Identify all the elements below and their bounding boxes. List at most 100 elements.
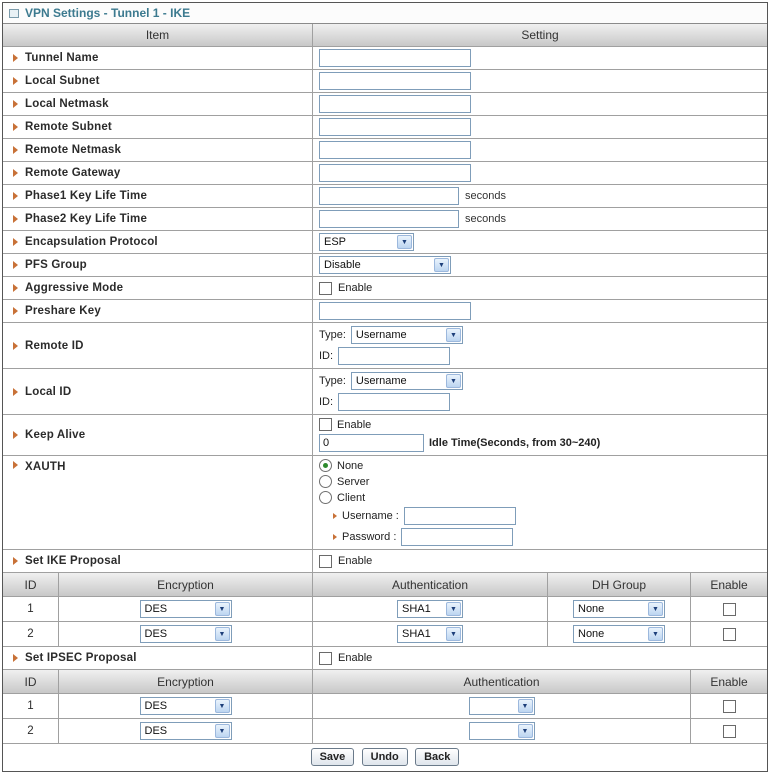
local-id-input[interactable]: [338, 393, 451, 411]
xauth-client-radio[interactable]: [319, 491, 332, 504]
ike-row2-encryption-select[interactable]: DES ▼: [139, 625, 232, 643]
aggressive-mode-label: Aggressive Mode: [25, 282, 124, 294]
ike-row1-dh-group-value: None: [578, 603, 605, 615]
bullet-arrow-icon: [13, 341, 18, 350]
row-preshare-key: Preshare Key: [3, 300, 767, 323]
ike-row1-encryption-select[interactable]: DES ▼: [139, 600, 232, 618]
remote-id-type-select[interactable]: Username ▼: [350, 326, 463, 344]
bullet-arrow-icon: [13, 557, 18, 565]
local-id-type-select[interactable]: Username ▼: [350, 372, 463, 390]
ike-row1-enable-checkbox[interactable]: [722, 602, 736, 616]
ike-proposal-header-row: ID Encryption Authentication DH Group En…: [3, 573, 767, 597]
encapsulation-protocol-select[interactable]: ESP ▼: [319, 233, 414, 251]
preshare-key-input[interactable]: [319, 302, 471, 320]
phase2-key-life-time-input[interactable]: [319, 210, 459, 228]
xauth-username-label: Username :: [342, 510, 399, 522]
xauth-username-input[interactable]: [403, 507, 516, 525]
xauth-server-radio[interactable]: [319, 475, 332, 488]
row-keep-alive: Keep Alive Enable Idle Time(Seconds, fro…: [3, 415, 767, 456]
keep-alive-label: Keep Alive: [25, 429, 86, 441]
row-phase2-key-life-time: Phase2 Key Life Time seconds: [3, 208, 767, 231]
ipsec-row2-encryption-select[interactable]: DES ▼: [139, 722, 232, 740]
ipsec-row1-encryption-value: DES: [144, 700, 168, 712]
aggressive-mode-checkbox[interactable]: [319, 281, 332, 295]
ipsec-proposal-row-2: 2 DES ▼ ▼: [3, 719, 767, 744]
row-remote-subnet: Remote Subnet: [3, 116, 767, 139]
remote-id-type-value: Username: [355, 329, 407, 341]
chevron-down-icon: ▼: [214, 602, 230, 616]
local-id-id-label: ID:: [319, 396, 334, 408]
ike-row2-encryption-value: DES: [144, 628, 168, 640]
local-netmask-input[interactable]: [319, 95, 471, 113]
set-ike-proposal-enable-label: Enable: [338, 555, 373, 567]
chevron-down-icon: ▼: [445, 374, 461, 388]
ipsec-row2-authentication-select[interactable]: ▼: [468, 722, 535, 740]
header-setting: Setting: [313, 24, 767, 46]
remote-netmask-input[interactable]: [319, 141, 471, 159]
action-buttons-row: Save Undo Back: [3, 744, 767, 771]
chevron-down-icon: ▼: [446, 627, 461, 641]
chevron-down-icon: ▼: [446, 602, 461, 616]
row-xauth: XAUTH None Server Client Username : Pass…: [3, 456, 767, 550]
save-button[interactable]: Save: [310, 748, 355, 766]
window-title: VPN Settings - Tunnel 1 - IKE: [25, 6, 191, 20]
chevron-down-icon: ▼: [648, 602, 663, 616]
ipsec-row1-enable-checkbox[interactable]: [722, 699, 736, 713]
ike-row1-authentication-select[interactable]: SHA1 ▼: [397, 600, 463, 618]
ike-row1-dh-group-select[interactable]: None ▼: [573, 600, 665, 618]
remote-gateway-input[interactable]: [319, 164, 471, 182]
bullet-arrow-icon: [13, 192, 18, 200]
ipsec-proposal-header-row: ID Encryption Authentication Enable: [3, 670, 767, 694]
keep-alive-enable-label: Enable: [337, 418, 372, 431]
tunnel-name-input[interactable]: [319, 49, 471, 67]
xauth-password-input[interactable]: [401, 528, 514, 546]
local-subnet-input[interactable]: [319, 72, 471, 90]
ike-row2-enable-checkbox[interactable]: [722, 627, 736, 641]
ike-proposal-row-1: 1 DES ▼ SHA1 ▼ None ▼: [3, 597, 767, 622]
row-tunnel-name: Tunnel Name: [3, 47, 767, 70]
local-subnet-label: Local Subnet: [25, 75, 100, 87]
ike-header-dh-group: DH Group: [548, 573, 691, 596]
xauth-label: XAUTH: [25, 461, 66, 473]
back-button[interactable]: Back: [415, 748, 460, 766]
set-ike-proposal-checkbox[interactable]: [319, 554, 332, 568]
row-set-ipsec-proposal: Set IPSEC Proposal Enable: [3, 647, 767, 670]
chevron-down-icon: ▼: [397, 235, 412, 249]
window-icon: [9, 8, 19, 18]
phase1-seconds-label: seconds: [465, 190, 506, 202]
local-id-type-label: Type:: [319, 375, 346, 387]
vpn-settings-window: VPN Settings - Tunnel 1 - IKE Item Setti…: [2, 2, 768, 772]
row-remote-gateway: Remote Gateway: [3, 162, 767, 185]
encapsulation-protocol-value: ESP: [324, 236, 347, 248]
keep-alive-checkbox[interactable]: [319, 418, 332, 431]
local-netmask-label: Local Netmask: [25, 98, 109, 110]
ipsec-header-encryption: Encryption: [59, 670, 313, 693]
row-aggressive-mode: Aggressive Mode Enable: [3, 277, 767, 300]
ike-row1-encryption-value: DES: [144, 603, 168, 615]
xauth-client-label: Client: [337, 491, 366, 504]
remote-subnet-input[interactable]: [319, 118, 471, 136]
ipsec-row1-encryption-select[interactable]: DES ▼: [139, 697, 232, 715]
ike-row2-authentication-select[interactable]: SHA1 ▼: [397, 625, 463, 643]
keep-alive-idle-time-input[interactable]: [319, 434, 424, 452]
phase1-key-life-time-input[interactable]: [319, 187, 459, 205]
bullet-arrow-icon: [13, 387, 18, 396]
row-pfs-group: PFS Group Disable ▼: [3, 254, 767, 277]
ipsec-row1-authentication-select[interactable]: ▼: [468, 697, 535, 715]
row-remote-id: Remote ID Type: Username ▼ ID:: [3, 323, 767, 369]
bullet-arrow-icon: [13, 654, 18, 662]
preshare-key-label: Preshare Key: [25, 305, 101, 317]
ike-row2-dh-group-value: None: [578, 628, 605, 640]
bullet-arrow-icon: [13, 431, 18, 439]
bullet-arrow-icon: [13, 307, 18, 315]
xauth-none-radio[interactable]: [319, 459, 332, 472]
row-encapsulation-protocol: Encapsulation Protocol ESP ▼: [3, 231, 767, 254]
ike-row2-dh-group-select[interactable]: None ▼: [573, 625, 665, 643]
pfs-group-select[interactable]: Disable ▼: [319, 256, 451, 274]
undo-button[interactable]: Undo: [361, 748, 408, 766]
remote-id-input[interactable]: [338, 347, 451, 365]
xauth-password-label: Password :: [342, 531, 397, 543]
set-ipsec-proposal-checkbox[interactable]: [319, 651, 332, 665]
bullet-arrow-icon: [13, 77, 18, 85]
ike-row2-id: 2: [3, 622, 59, 646]
